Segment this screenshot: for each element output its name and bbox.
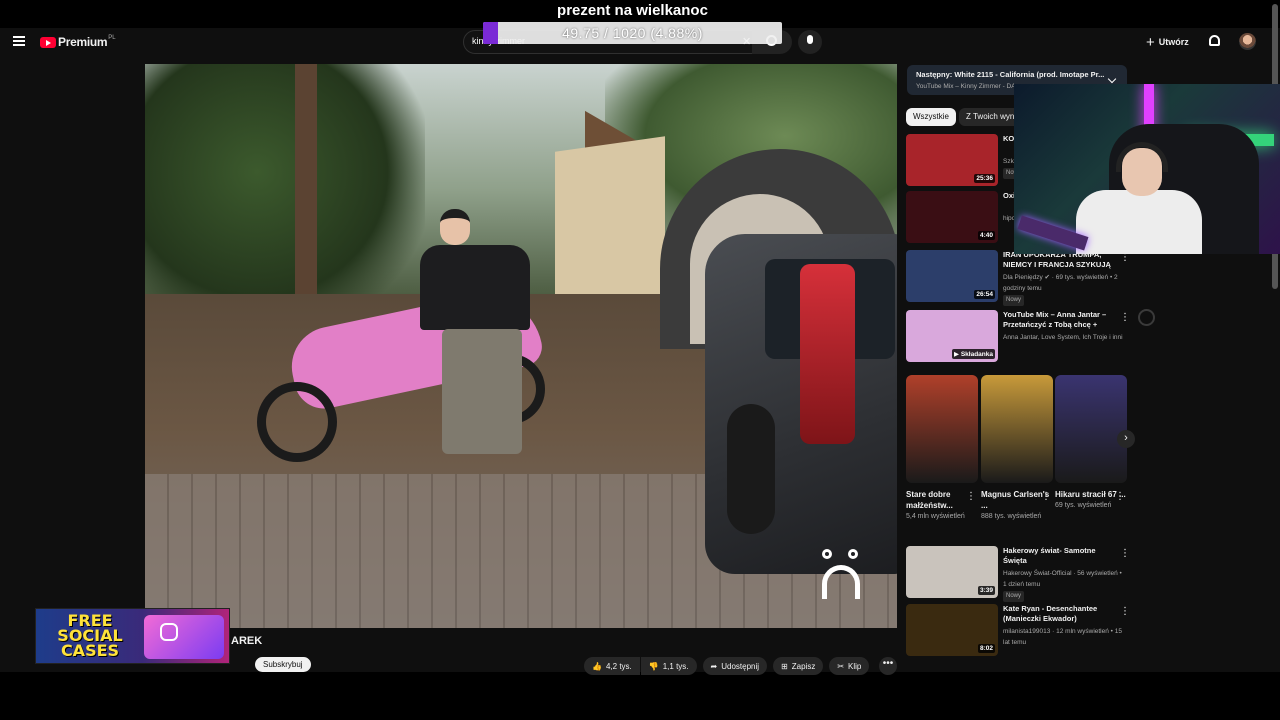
- account-avatar[interactable]: [1239, 33, 1256, 50]
- channel-name[interactable]: AREK: [231, 635, 262, 647]
- video-duration: 3:39: [977, 586, 995, 595]
- promo-text: FREE SOCIAL CASES: [57, 611, 123, 660]
- short-item[interactable]: Stare dobre małżeństw... 5,4 mln wyświet…: [906, 375, 978, 523]
- video-title[interactable]: YouTube Mix – Anna Jantar – Przetańczyć …: [1003, 310, 1115, 330]
- video-channel-and-views: milanista199013 · 12 mln wyświetleń • 15…: [1003, 628, 1122, 646]
- promo-overlay-banner: FREE SOCIAL CASES: [35, 608, 230, 664]
- video-duration: 4:40: [977, 231, 995, 240]
- cam-streamer-body: [1076, 190, 1202, 254]
- up-next-subtitle: YouTube Mix – Kinny Zimmer - DA...: [916, 83, 1021, 90]
- streamer-webcam-overlay: [1014, 84, 1280, 254]
- goal-progress-text: 49.75 / 1020 (4.88%): [562, 25, 703, 41]
- recommendation-item[interactable]: 26:54 IRAN UPOKARZA TRUMPA, NIEMCY I FRAN…: [906, 250, 1131, 306]
- video-channel-and-views: Anna Jantar, Love System, Ich Troje i in…: [1003, 334, 1123, 341]
- scene-bike-wheel: [257, 382, 337, 462]
- share-label: Udostępnij: [721, 661, 760, 671]
- clip-label: Klip: [848, 661, 862, 671]
- video-thumbnail[interactable]: ▶ Składanka: [906, 310, 998, 362]
- save-icon: ⊞: [781, 661, 788, 671]
- share-button[interactable]: ➦ Udostępnij: [702, 657, 768, 675]
- video-thumbnail[interactable]: 26:54: [906, 250, 998, 302]
- short-item[interactable]: Hikaru stracił 67 ... 69 tys. wyświetleń…: [1055, 375, 1127, 512]
- scene-person: [420, 209, 540, 464]
- like-button[interactable]: 👍 4,2 tys.: [584, 657, 640, 675]
- chevron-down-icon[interactable]: [1107, 74, 1117, 84]
- video-title[interactable]: Hakerowy świat- Samotne Święta: [1003, 546, 1115, 566]
- promo-box-image: [144, 615, 224, 659]
- microphone-icon[interactable]: [807, 35, 813, 44]
- save-button[interactable]: ⊞ Zapisz: [773, 657, 824, 675]
- new-badge: Nowy: [1003, 295, 1025, 306]
- goal-title: prezent na wielkanoc: [557, 2, 708, 19]
- kebab-menu-icon[interactable]: ⋮: [1120, 312, 1130, 323]
- video-channel-and-views: Hakerowy Świat-Official · 56 wyświetleń …: [1003, 570, 1122, 588]
- dislike-count: 1,1 tys.: [662, 661, 689, 671]
- short-views: 888 tys. wyświetleń: [981, 513, 1042, 520]
- dislike-button[interactable]: 👎 1,1 tys.: [640, 657, 697, 675]
- video-thumbnail[interactable]: 3:39: [906, 546, 998, 598]
- logo-text: Premium: [58, 35, 108, 49]
- like-count: 4,2 tys.: [605, 661, 632, 671]
- video-meta: Dla Pieniędzy ✔ · 69 tys. wyświetleń • 2…: [1003, 272, 1123, 306]
- video-title[interactable]: Kate Ryan - Desenchantee (Manieczki Ekwa…: [1003, 604, 1115, 624]
- video-thumbnail[interactable]: 25:36: [906, 134, 998, 186]
- kebab-menu-icon[interactable]: ⋮: [1041, 491, 1051, 502]
- short-thumbnail[interactable]: [981, 375, 1053, 483]
- video-player[interactable]: [145, 64, 897, 628]
- video-meta: milanista199013 · 12 mln wyświetleń • 15…: [1003, 626, 1123, 648]
- share-icon: ➦: [710, 661, 718, 671]
- subscribe-button[interactable]: Subskrybuj: [255, 657, 311, 672]
- channel-watermark-icon: [820, 549, 864, 599]
- recommendation-item[interactable]: ▶ Składanka YouTube Mix – Anna Jantar – P…: [906, 310, 1131, 362]
- plus-icon: +: [1146, 33, 1155, 51]
- loading-spinner-icon: [1138, 309, 1155, 326]
- video-duration: 26:54: [974, 290, 995, 299]
- new-badge: Nowy: [1003, 591, 1025, 602]
- kebab-menu-icon[interactable]: ⋮: [966, 491, 976, 502]
- short-item[interactable]: Magnus Carlsen's ... 888 tys. wyświetleń…: [981, 375, 1053, 523]
- kebab-menu-icon[interactable]: ⋮: [1120, 606, 1130, 617]
- instagram-icon: [160, 623, 178, 641]
- goal-progress-bar: 49.75 / 1020 (4.88%): [483, 22, 782, 44]
- video-thumbnail[interactable]: 8:02: [906, 604, 998, 656]
- filter-chip-all[interactable]: Wszystkie: [906, 108, 956, 126]
- thumbs-down-icon: 👎: [648, 661, 659, 671]
- up-next-title: Następny: White 2115 - California (prod.…: [916, 70, 1104, 79]
- scene-car-wheel: [727, 404, 775, 534]
- short-thumbnail[interactable]: [906, 375, 978, 483]
- clip-button[interactable]: ✂ Klip: [829, 657, 870, 675]
- video-duration: 25:36: [974, 174, 995, 183]
- video-meta: Hakerowy Świat-Official · 56 wyświetleń …: [1003, 568, 1123, 602]
- notifications-bell-icon[interactable]: [1209, 35, 1220, 46]
- create-button[interactable]: + Utwórz: [1146, 33, 1189, 51]
- more-actions-icon[interactable]: •••: [879, 657, 897, 675]
- create-label: Utwórz: [1158, 37, 1189, 47]
- video-actions: 👍 4,2 tys. 👎 1,1 tys. ➦ Udostępnij ⊞ Zap…: [584, 657, 875, 675]
- scene-person-head: [440, 209, 470, 245]
- shorts-shelf: Stare dobre małżeństw... 5,4 mln wyświet…: [906, 375, 1135, 537]
- recommendation-item[interactable]: 3:39 Hakerowy świat- Samotne Święta Hakero…: [906, 546, 1131, 602]
- scissors-icon: ✂: [837, 661, 845, 671]
- youtube-play-icon: [40, 36, 56, 48]
- video-duration: 8:02: [977, 644, 995, 653]
- video-duration: ▶ Składanka: [952, 349, 995, 359]
- scene-car-taillight: [800, 264, 855, 444]
- youtube-premium-logo[interactable]: Premium PL: [40, 35, 116, 49]
- save-label: Zapisz: [791, 661, 816, 671]
- hamburger-menu-icon[interactable]: [13, 36, 25, 46]
- shorts-next-arrow-icon[interactable]: ›: [1117, 430, 1135, 448]
- thumbs-up-icon: 👍: [592, 661, 602, 671]
- short-views: 5,4 mln wyświetleń: [906, 513, 965, 520]
- recommendation-item[interactable]: 8:02 Kate Ryan - Desenchantee (Manieczki …: [906, 604, 1131, 656]
- scene-person-legs: [442, 329, 522, 454]
- short-thumbnail[interactable]: [1055, 375, 1127, 483]
- kebab-menu-icon[interactable]: ⋮: [1120, 548, 1130, 559]
- video-meta: Anna Jantar, Love System, Ich Troje i in…: [1003, 332, 1123, 343]
- video-channel-and-views: Dla Pieniędzy ✔ · 69 tys. wyświetleń • 2…: [1003, 274, 1118, 292]
- logo-region: PL: [108, 35, 116, 41]
- kebab-menu-icon[interactable]: ⋮: [1115, 491, 1125, 502]
- video-thumbnail[interactable]: 4:40: [906, 191, 998, 243]
- scene-person-torso: [420, 245, 530, 330]
